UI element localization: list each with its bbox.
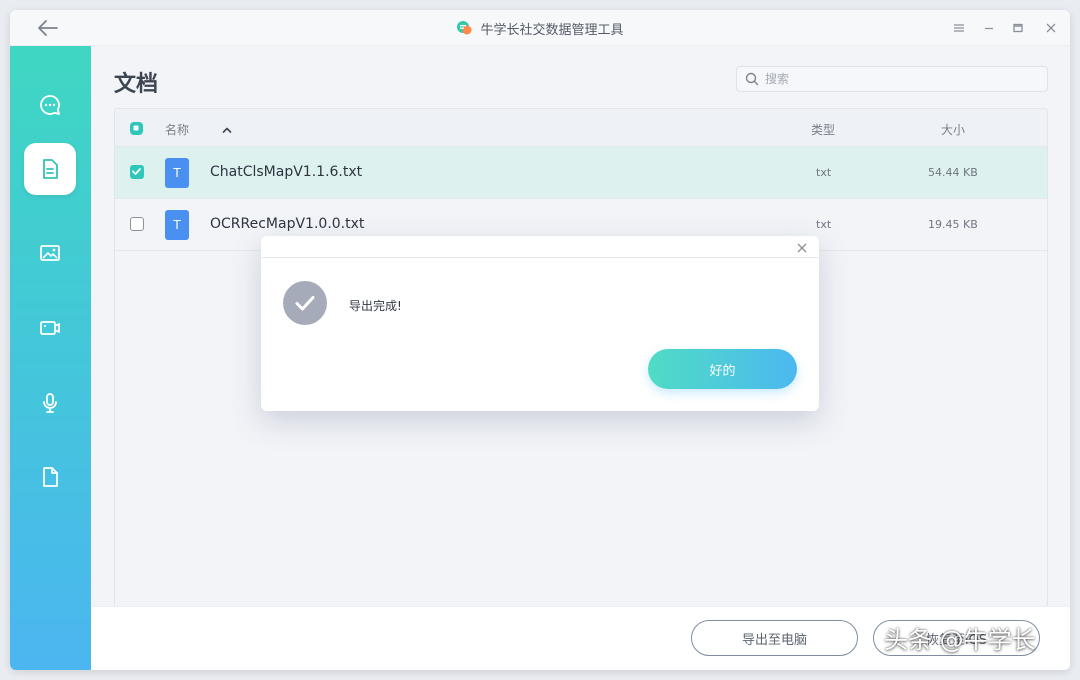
maximize-icon[interactable] xyxy=(1009,19,1027,37)
sidebar-item-videos[interactable] xyxy=(24,302,76,354)
search-input[interactable] xyxy=(765,72,1025,86)
sidebar-item-messages[interactable] xyxy=(24,79,76,131)
file-name: ChatClsMapV1.1.6.txt xyxy=(210,164,363,180)
image-icon xyxy=(40,245,60,261)
dialog-message: 导出完成! xyxy=(349,299,402,313)
export-complete-dialog: 导出完成! 好的 xyxy=(261,236,819,411)
window-title: 牛学长社交数据管理工具 xyxy=(480,22,624,38)
row-checkbox[interactable] xyxy=(130,217,144,231)
sidebar-item-documents[interactable] xyxy=(24,143,76,195)
text-file-icon: T xyxy=(165,158,189,188)
sidebar xyxy=(10,46,91,670)
sidebar-item-files[interactable] xyxy=(24,451,76,503)
success-check-icon xyxy=(283,281,327,325)
page-title: 文档 xyxy=(114,72,159,97)
menu-icon[interactable] xyxy=(950,19,968,37)
file-name: OCRRecMapV1.0.0.txt xyxy=(210,216,365,232)
table-row[interactable]: T ChatClsMapV1.1.6.txt txt 54.44 KB xyxy=(115,147,1047,199)
sort-ascending-icon[interactable] xyxy=(221,121,233,140)
chat-bubble-icon xyxy=(40,95,60,115)
document-icon xyxy=(43,159,58,179)
dialog-close-icon[interactable] xyxy=(795,240,809,254)
sidebar-item-audio[interactable] xyxy=(24,377,76,429)
text-file-icon: T xyxy=(165,210,189,240)
file-type: txt xyxy=(816,218,832,231)
file-type: txt xyxy=(816,166,832,179)
microphone-icon xyxy=(43,393,57,413)
column-header-size: 大小 xyxy=(941,123,966,137)
minimize-icon[interactable] xyxy=(980,19,998,37)
search-box[interactable] xyxy=(736,66,1048,92)
search-icon xyxy=(745,72,759,86)
table-header: 名称 类型 大小 xyxy=(115,109,1047,147)
column-header-type: 类型 xyxy=(811,123,836,137)
file-size: 54.44 KB xyxy=(928,166,978,179)
app-window: 牛学长社交数据管理工具 文档 搜索 名称 类型 大小 T ChatClsMapV… xyxy=(10,10,1070,670)
dialog-header xyxy=(261,236,819,258)
title-group: 牛学长社交数据管理工具 xyxy=(10,10,1070,46)
select-all-checkbox[interactable] xyxy=(130,122,143,135)
export-to-pc-button[interactable]: 导出至电脑 xyxy=(691,620,858,656)
title-bar: 牛学长社交数据管理工具 xyxy=(10,10,1070,46)
sidebar-item-photos[interactable] xyxy=(24,227,76,279)
close-window-icon[interactable] xyxy=(1042,19,1060,37)
file-icon xyxy=(43,467,58,487)
video-icon xyxy=(40,321,60,335)
file-size: 19.45 KB xyxy=(928,218,978,231)
watermark-text: 头条 @牛学长 xyxy=(884,626,1036,654)
column-header-name[interactable]: 名称 xyxy=(165,121,189,138)
row-checkbox[interactable] xyxy=(130,165,144,179)
app-logo-icon xyxy=(457,21,472,35)
ok-button[interactable]: 好的 xyxy=(648,349,797,389)
